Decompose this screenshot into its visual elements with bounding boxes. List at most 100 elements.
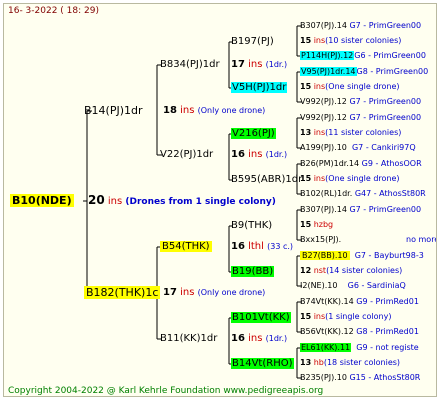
gen4-18: B74Vt(KK).14 G9 - PrimRed01: [300, 295, 419, 308]
gen4-3: V95(PJ)1dr.14G8 - PrimGreen00: [300, 65, 428, 78]
gen4-4: 15 ins(One single drone): [300, 80, 400, 93]
gen2-1-name: V22(PJ)1dr: [160, 149, 214, 160]
gen2-3: B11(KK)1dr: [160, 332, 217, 345]
gen4-9-note: G9 - AthosOOR: [361, 159, 422, 168]
gen4-15-text: B27(BB).10: [300, 251, 350, 260]
gen4-23-text: B235(PJ).10: [300, 373, 347, 382]
gen4-23-note: G15 - AthosSt80R: [349, 373, 421, 382]
gen4-20: B56Vt(KK).12 G8 - PrimRed01: [300, 325, 419, 338]
gen1-1: B182(THK)1c: [84, 286, 161, 299]
gen4-22-num: 13: [300, 358, 312, 367]
gen4-16: 12 nst(14 sister colonies): [300, 264, 402, 277]
gen2-3-name: B11(KK)1dr: [160, 333, 218, 344]
gen1-0: B14(PJ)1dr: [84, 104, 143, 117]
gen3-2-name: V216(PJ): [231, 128, 276, 139]
gen4-2-note: G6 - PrimGreen00: [354, 51, 426, 60]
gen4-11-note: G47 - AthosSt80R: [354, 189, 426, 198]
gen4-6: V992(PJ).12 G7 - PrimGreen00: [300, 111, 421, 124]
gen3-6: B101Vt(KK): [231, 311, 291, 324]
gen1-1-unit: ins: [180, 287, 195, 298]
gen4-0-text: B307(PJ).14: [300, 21, 347, 30]
gen2-2-unit: lthl: [248, 241, 264, 252]
gen4-16-num: 12: [300, 266, 312, 275]
gen3-0: B197(PJ): [231, 35, 274, 48]
gen4-18-text: B74Vt(KK).14: [300, 297, 354, 306]
gen4-11: B102(RL)1dr. G47 - AthosSt80R: [300, 187, 426, 200]
gen1-0-name: B14(PJ)1dr: [84, 104, 143, 117]
gen4-17: I2(NE).10 G6 - SardiniaQ: [300, 279, 406, 292]
gen3-4-name: B9(THK): [231, 220, 273, 231]
gen2-3-info: 16 ins (1dr.): [231, 332, 287, 345]
gen1-1-name: B182(THK)1c: [84, 286, 161, 299]
gen4-8-text: A199(PJ).10: [300, 143, 347, 152]
gen3-7: B14Vt(RHO): [231, 357, 294, 370]
gen2-1-info: 16 ins (1dr.): [231, 148, 287, 161]
gen4-9: B26(PM)1dr.14 G9 - AthosOOR: [300, 157, 422, 170]
gen4-1-note: (10 sister colonies): [325, 36, 402, 45]
gen4-22-unit: hb: [313, 358, 324, 367]
gen2-1-desc: (1dr.): [265, 150, 288, 159]
gen4-21-text: EL61(KK).11: [300, 343, 352, 352]
gen4-12-note: G7 - PrimGreen00: [349, 205, 422, 214]
gen1-0-num: 18: [163, 105, 177, 116]
gen4-10: 15 ins(One single drone): [300, 172, 400, 185]
gen4-14-note: no more: [406, 235, 437, 244]
gen4-0-note: G7 - PrimGreen00: [349, 21, 422, 30]
gen1-1-num: 17: [163, 287, 177, 298]
gen4-15-note: G7 - Bayburt98-3: [354, 251, 424, 260]
gen4-12: B307(PJ).14 G7 - PrimGreen00: [300, 203, 421, 216]
gen3-2: V216(PJ): [231, 127, 276, 140]
root-name: B10(NDE): [10, 194, 74, 207]
gen3-5-name: B19(BB): [231, 266, 275, 277]
gen3-4: B9(THK): [231, 219, 272, 232]
gen4-6-text: V992(PJ).12: [300, 113, 347, 122]
gen3-5: B19(BB): [231, 265, 275, 278]
gen4-1-unit: ins: [313, 36, 326, 45]
gen4-16-note: (14 sister colonies): [326, 266, 403, 275]
gen2-2: B54(THK): [160, 240, 212, 253]
gen4-13: 15 hzbg: [300, 218, 333, 231]
gen4-13-num: 15: [300, 220, 312, 229]
gen4-15: B27(BB).10 G7 - Bayburt98-3: [300, 249, 424, 262]
gen2-0-name: B834(PJ)1dr: [160, 59, 220, 70]
gen3-0-name: B197(PJ): [231, 36, 274, 47]
gen4-14: Bxx15(PJ).: [300, 233, 341, 246]
gen2-1: V22(PJ)1dr: [160, 148, 213, 161]
gen4-10-num: 15: [300, 174, 312, 183]
gen4-16-unit: nst: [313, 266, 327, 275]
root-queen: B10(NDE): [10, 194, 74, 207]
gen1-1-desc: (Only one drone): [197, 288, 266, 297]
gen4-20-text: B56Vt(KK).12: [300, 327, 354, 336]
gen2-3-unit: ins: [248, 333, 263, 344]
gen4-4-num: 15: [300, 82, 312, 91]
gen4-17-note: G6 - SardiniaQ: [347, 281, 406, 290]
gen2-3-num: 16: [231, 333, 245, 344]
gen4-4-note: (One single drone): [325, 82, 400, 91]
copyright-line: Copyright 2004-2022 @ Karl Kehrle Founda…: [8, 386, 324, 396]
pedigree-frame: 16- 3-2022 ( 18: 29) B10(NDE) 20 ins (Dr…: [3, 3, 437, 397]
gen1-0-desc: (Only one drone): [197, 106, 266, 115]
gen4-5-text: V992(PJ).12: [300, 97, 347, 106]
gen2-1-unit: ins: [248, 149, 263, 160]
gen4-9-text: B26(PM)1dr.14: [300, 159, 360, 168]
gen4-21: EL61(KK).11 G9 - not registe: [300, 341, 419, 354]
gen4-4-unit: ins: [313, 82, 326, 91]
gen2-0-info: 17 ins (1dr.): [231, 58, 287, 71]
gen4-12-text: B307(PJ).14: [300, 205, 347, 214]
gen4-18-note: G9 - PrimRed01: [356, 297, 419, 306]
gen4-22-note: (18 sister colonies): [323, 358, 401, 367]
gen4-17-text: I2(NE).10: [300, 281, 338, 290]
gen4-1: 15 ins(10 sister colonies): [300, 34, 401, 47]
gen3-7-name: B14Vt(RHO): [231, 358, 294, 369]
gen3-3: B595(ABR)1dr: [231, 173, 302, 186]
gen4-13-unit: hzbg: [313, 220, 334, 229]
root-desc: (Drones from 1 single colony): [125, 197, 276, 207]
gen4-7-unit: ins: [313, 128, 326, 137]
gen4-10-unit: ins: [313, 174, 326, 183]
gen1-0-unit: ins: [180, 105, 195, 116]
gen2-1-num: 16: [231, 149, 245, 160]
gen1-1-info: 17 ins (Only one drone): [163, 286, 265, 299]
gen4-11-text: B102(RL)1dr.: [300, 189, 353, 198]
gen4-14-text: Bxx15(PJ).: [300, 235, 342, 244]
gen4-23: B235(PJ).10 G15 - AthosSt80R: [300, 371, 420, 384]
